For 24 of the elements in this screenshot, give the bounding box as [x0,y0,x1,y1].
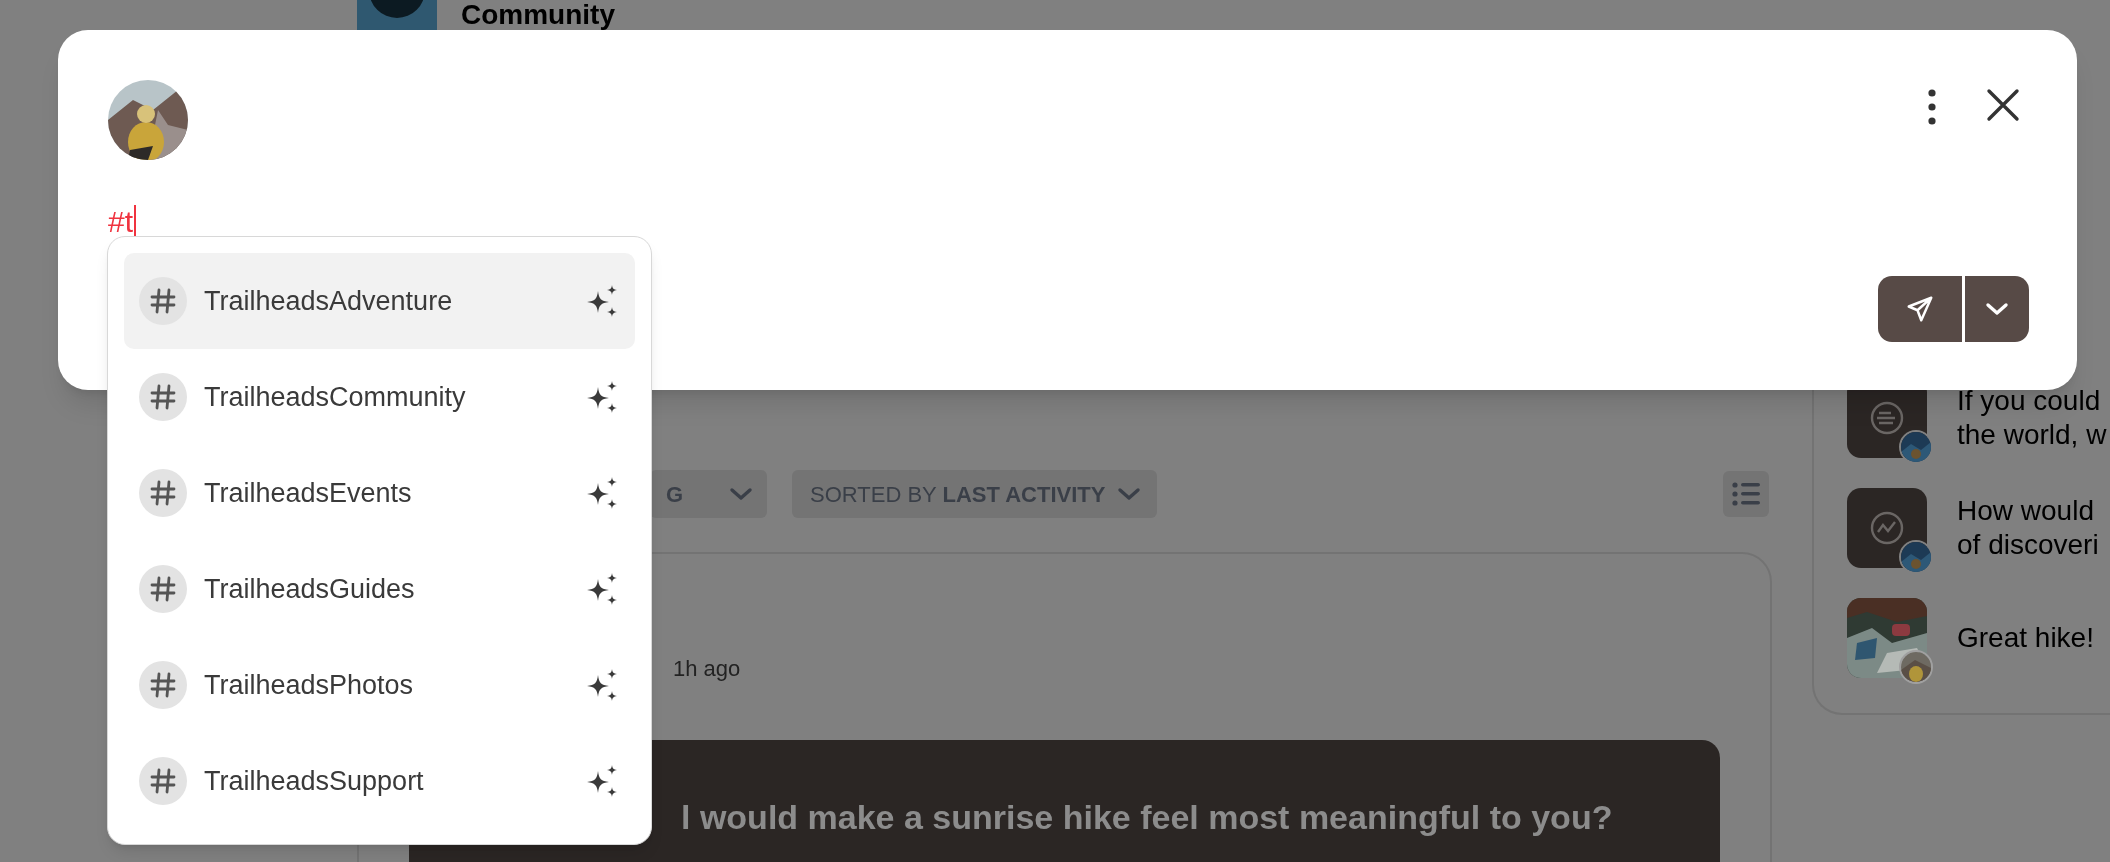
activity-text: How would of discoveri [1957,494,2099,562]
close-icon[interactable] [1986,88,2020,122]
send-icon [1905,294,1935,324]
sort-label: SORTED BY LAST ACTIVITY [810,480,1106,509]
trend-circle-icon [1869,510,1905,546]
send-options-button[interactable] [1965,276,2029,342]
activity-text: If you could the world, w [1957,384,2107,452]
activity-text: Great hike! [1957,621,2094,655]
list-icon [1732,482,1760,506]
prompt-text: l would make a sunrise hike feel most meaningful to you? [681,797,1614,838]
chevron-down-icon [1117,487,1142,501]
hashtag-icon [139,565,187,613]
hashtag-icon [139,661,187,709]
hashtag-icon [139,373,187,421]
hashtag-icon [139,469,187,517]
chevron-down-icon [729,487,753,501]
hashtag-icon [139,757,187,805]
lines-circle-icon [1869,400,1905,436]
page-title: Community [461,0,615,29]
filter-label: G [666,480,684,509]
send-button[interactable] [1878,276,1962,342]
hashtag-suggestion[interactable]: TrailheadsAdventure [124,253,635,349]
hashtag-icon [139,277,187,325]
chevron-down-icon [1985,302,2009,316]
